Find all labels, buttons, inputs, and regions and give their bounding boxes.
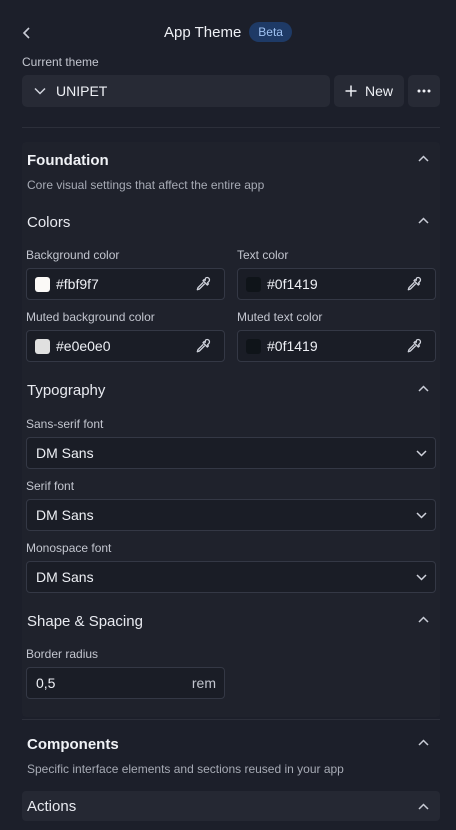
chevron-up-icon [417, 615, 429, 623]
color-swatch[interactable] [35, 338, 50, 354]
background-color-label: Background color [26, 248, 120, 262]
chevron-up-icon [417, 802, 429, 810]
muted-text-color-value[interactable]: #0f1419 [267, 338, 403, 354]
components-collapse-button[interactable] [416, 735, 430, 749]
current-theme-label: Current theme [22, 55, 99, 69]
more-options-button[interactable] [408, 75, 440, 107]
chevron-up-icon [417, 216, 429, 224]
serif-font-label: Serif font [26, 479, 75, 493]
actions-heading: Actions [27, 797, 77, 815]
chevron-down-icon [416, 511, 427, 519]
foundation-description: Core visual settings that affect the ent… [27, 178, 265, 192]
theme-select-value: UNIPET [56, 83, 108, 99]
eyedropper-icon[interactable] [192, 273, 214, 295]
divider [22, 127, 440, 128]
theme-select[interactable]: UNIPET [22, 75, 330, 107]
monospace-font-label: Monospace font [26, 541, 112, 555]
monospace-font-select[interactable]: DM Sans [26, 561, 436, 593]
shape-spacing-heading: Shape & Spacing [27, 613, 143, 630]
foundation-collapse-button[interactable] [416, 151, 430, 165]
new-theme-button[interactable]: New [334, 75, 404, 107]
eyedropper-icon[interactable] [192, 335, 214, 357]
colors-collapse-button[interactable] [416, 213, 430, 227]
actions-collapse-button[interactable] [416, 799, 430, 813]
new-button-label: New [364, 83, 393, 99]
muted-background-color-field[interactable]: #e0e0e0 [26, 330, 225, 362]
muted-text-color-label: Muted text color [237, 310, 323, 324]
monospace-font-value: DM Sans [36, 569, 94, 585]
sans-serif-font-value: DM Sans [36, 445, 94, 461]
components-description: Specific interface elements and sections… [27, 762, 344, 776]
typography-heading: Typography [27, 382, 106, 399]
chevron-up-icon [417, 384, 429, 392]
background-color-value[interactable]: #fbf9f7 [56, 276, 192, 292]
typography-collapse-button[interactable] [416, 381, 430, 395]
components-heading: Components [27, 736, 119, 753]
shape-spacing-collapse-button[interactable] [416, 612, 430, 626]
chevron-down-icon [416, 573, 427, 581]
text-color-label: Text color [237, 248, 289, 262]
eyedropper-icon[interactable] [403, 273, 425, 295]
colors-heading: Colors [27, 214, 71, 231]
text-color-value[interactable]: #0f1419 [267, 276, 403, 292]
beta-badge: Beta [249, 22, 292, 42]
serif-font-value: DM Sans [36, 507, 94, 523]
sans-serif-font-label: Sans-serif font [26, 417, 104, 431]
page-title: App Theme [164, 23, 242, 41]
eyedropper-icon[interactable] [403, 335, 425, 357]
muted-background-color-label: Muted background color [26, 310, 155, 324]
serif-font-select[interactable]: DM Sans [26, 499, 436, 531]
border-radius-value[interactable]: 0,5 [36, 675, 55, 691]
text-color-field[interactable]: #0f1419 [237, 268, 436, 300]
title-wrap: App Theme Beta [0, 22, 456, 42]
color-swatch[interactable] [246, 276, 261, 292]
border-radius-unit: rem [191, 675, 216, 691]
chevron-down-icon [416, 449, 427, 457]
color-swatch[interactable] [35, 276, 50, 292]
divider [22, 719, 440, 720]
plus-icon [345, 85, 357, 97]
border-radius-label: Border radius [26, 647, 99, 661]
chevron-up-icon [417, 154, 429, 162]
sans-serif-font-select[interactable]: DM Sans [26, 437, 436, 469]
chevron-up-icon [417, 738, 429, 746]
foundation-heading: Foundation [27, 152, 109, 169]
background-color-field[interactable]: #fbf9f7 [26, 268, 225, 300]
more-horizontal-icon [417, 89, 431, 93]
chevron-down-icon [34, 87, 46, 95]
actions-section-header[interactable]: Actions [22, 791, 440, 821]
muted-background-color-value[interactable]: #e0e0e0 [56, 338, 192, 354]
border-radius-input[interactable]: 0,5 rem [26, 667, 225, 699]
color-swatch[interactable] [246, 338, 261, 354]
muted-text-color-field[interactable]: #0f1419 [237, 330, 436, 362]
